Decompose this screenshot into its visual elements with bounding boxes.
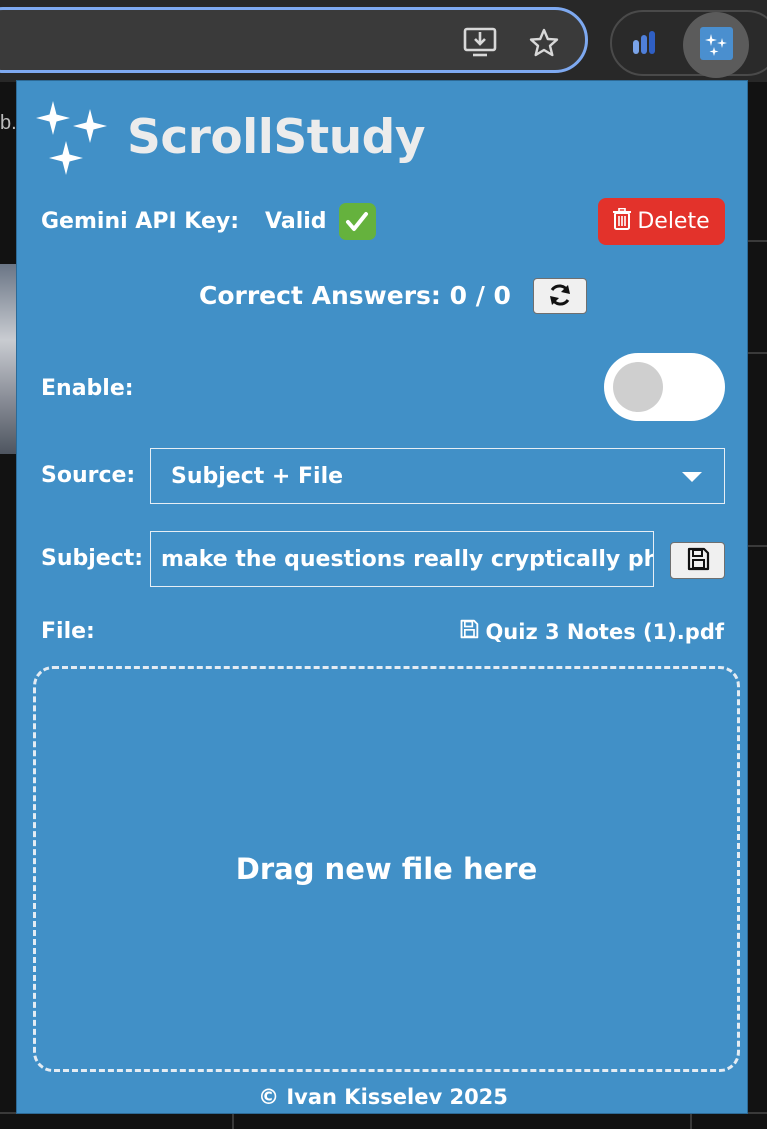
dropzone-text: Drag new file here (235, 852, 538, 886)
correct-answers-value: 0 / 0 (449, 281, 511, 310)
enable-label: Enable: (41, 376, 134, 401)
footer-copyright: © Ivan Kisselev 2025 (258, 1085, 508, 1109)
sparkle-logo-icon (35, 97, 111, 177)
enable-toggle[interactable] (604, 353, 725, 421)
file-name: Quiz 3 Notes (1).pdf (485, 619, 724, 644)
background-divider (748, 240, 767, 242)
background-divider (748, 545, 767, 547)
current-file: Quiz 3 Notes (1).pdf (459, 619, 724, 644)
subject-label: Subject: (41, 546, 144, 571)
source-label: Source: (41, 463, 136, 488)
correct-answers-label: Correct Answers: (199, 281, 441, 310)
floppy-disk-icon (459, 619, 479, 644)
background-divider (232, 1112, 234, 1129)
brand-title: ScrollStudy (127, 109, 425, 165)
delete-api-key-button[interactable]: Delete (598, 198, 725, 245)
api-key-label: Gemini API Key: (41, 209, 240, 234)
refresh-button[interactable] (533, 278, 587, 314)
star-icon[interactable] (526, 26, 562, 60)
brand-header: ScrollStudy (35, 97, 425, 177)
trash-icon (613, 207, 632, 236)
toggle-knob (613, 362, 663, 412)
chevron-down-icon (682, 472, 702, 482)
delete-button-label: Delete (637, 209, 710, 234)
background-image-fragment (0, 264, 16, 454)
floppy-disk-icon (686, 547, 710, 574)
save-subject-button[interactable] (670, 542, 725, 579)
file-label: File: (41, 619, 95, 644)
background-divider (690, 1112, 692, 1129)
api-key-row: Gemini API Key: Valid (41, 203, 376, 240)
browser-toolbar (0, 0, 767, 82)
install-app-icon[interactable] (461, 24, 501, 60)
correct-answers: Correct Answers: 0 / 0 (199, 281, 511, 310)
file-dropzone[interactable]: Drag new file here (33, 666, 740, 1072)
check-mark-icon (338, 203, 376, 240)
extension-popup: ScrollStudy Gemini API Key: Valid Delete… (16, 80, 748, 1114)
refresh-icon (547, 283, 573, 310)
bar-chart-extension-icon[interactable] (627, 26, 661, 60)
subject-input[interactable]: make the questions really cryptically ph… (150, 531, 654, 587)
source-selected-value: Subject + File (171, 463, 344, 489)
source-select[interactable]: Subject + File (150, 448, 725, 504)
api-key-status: Valid (265, 209, 327, 234)
background-divider (748, 352, 767, 354)
sparkle-extension-icon[interactable] (700, 27, 733, 60)
background-tab-fragment: b. (0, 112, 17, 134)
